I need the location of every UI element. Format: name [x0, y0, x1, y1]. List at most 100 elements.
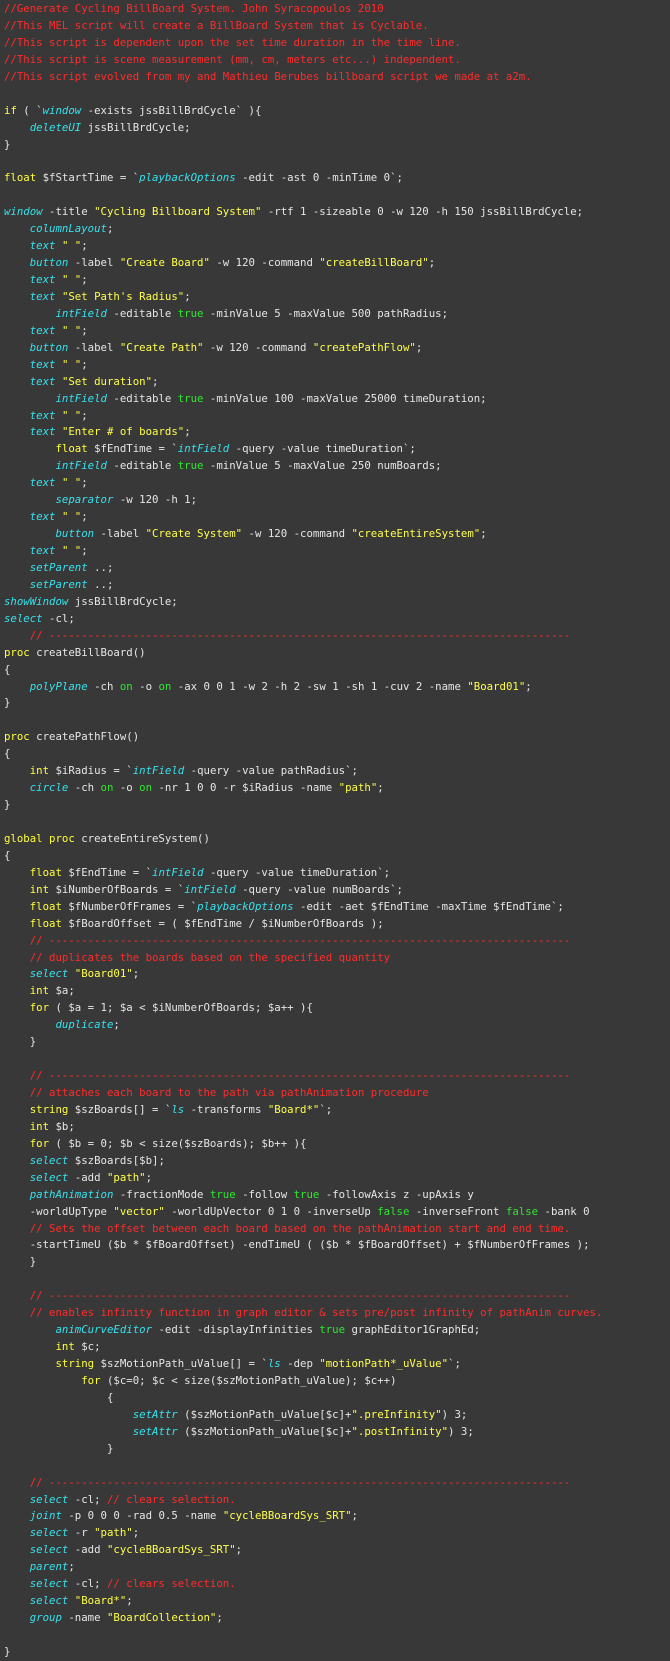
code-token-code-text [4, 222, 30, 235]
code-token-boolean: false [377, 1204, 410, 1218]
code-token-code-text: ( $a = 1; $a < $iNumberOfBoards; $a++ ){ [49, 1001, 313, 1015]
code-token-keyword: string [29, 1102, 69, 1116]
code-line: if ( `window -exists jssBillBrdCycle` ){ [0, 103, 670, 120]
code-line: select -cl; // clears selection. [0, 1492, 670, 1509]
code-token-function: select [29, 1543, 69, 1557]
code-line: polyPlane -ch on -o on -ax 0 0 1 -w 2 -h… [0, 679, 670, 696]
code-token-code-text: -add [68, 1170, 107, 1184]
code-token-code-text [4, 1611, 30, 1624]
code-token-code-text [4, 544, 30, 557]
code-line: for ( $b = 0; $b < size($szBoards); $b++… [0, 1136, 670, 1153]
code-line: //This MEL script will create a BillBoar… [0, 18, 670, 35]
code-token-comment: // clears selection. [106, 1577, 236, 1591]
code-token-boolean: true [177, 391, 204, 405]
code-line: float $fEndTime = `intField -query -valu… [0, 865, 670, 882]
code-token-comment: // -------------------------------------… [29, 1475, 571, 1489]
code-token-string: "Board*" [267, 1102, 320, 1116]
code-token-string: "Set Path's Radius" [61, 289, 185, 303]
code-token-code-text: $szMotionPath_uValue[] = ` [94, 1357, 268, 1370]
code-line: } [0, 1254, 670, 1271]
code-token-code-text: ; [113, 1018, 120, 1032]
code-token-code-text [4, 1374, 81, 1387]
code-line: global proc createEntireSystem() [0, 831, 670, 848]
code-token-code-text: `; [319, 1102, 333, 1116]
code-token-code-text: -ax 0 0 1 -w 2 -h 2 -sw 1 -sh 1 -cuv 2 -… [171, 679, 468, 693]
code-token-code-text: -o [132, 679, 159, 693]
code-token-code-text: ; [81, 357, 88, 371]
code-token-code-text [4, 866, 30, 879]
code-token-string: "Board*" [74, 1594, 127, 1608]
code-token-function: text [29, 273, 56, 286]
code-token-code-text: createBillBoard() [29, 645, 146, 659]
code-token-comment: // duplicates the boards based on the sp… [29, 950, 391, 964]
code-token-code-text: ( ` [16, 103, 43, 117]
code-line: setAttr ($szMotionPath_uValue[$c]+".post… [0, 1424, 670, 1441]
code-token-function: intField [184, 882, 236, 896]
code-line: text " "; [0, 357, 670, 374]
code-token-code-text: -cl; [68, 1577, 107, 1591]
code-line: parent; [0, 1559, 670, 1576]
code-token-code-text: -w 120 -command [242, 527, 352, 541]
code-line: text "Set Path's Radius"; [0, 289, 670, 306]
code-token-code-text: ..; [87, 577, 114, 591]
code-line: text " "; [0, 408, 670, 425]
code-token-string: ".postInfinity" [351, 1424, 449, 1438]
code-token-code-text [4, 493, 55, 506]
code-token-function: intField [152, 865, 204, 879]
code-token-code-text [4, 1560, 30, 1573]
code-token-code-text: ; [184, 425, 191, 439]
code-token-comment: // -------------------------------------… [29, 1289, 571, 1303]
code-token-code-text: -editable [106, 391, 178, 405]
code-token-code-text [4, 1323, 55, 1336]
code-token-code-text [4, 527, 55, 540]
code-token-code-text: -label [68, 256, 120, 270]
code-token-code-text [4, 900, 30, 913]
code-token-code-text: } [4, 1255, 37, 1269]
code-token-code-text: -editable [106, 306, 178, 320]
code-token-code-text: ) 3; [441, 1407, 468, 1421]
code-line: for ( $a = 1; $a < $iNumberOfBoards; $a+… [0, 1000, 670, 1017]
code-token-code-text [4, 680, 30, 693]
code-token-keyword: float [29, 899, 62, 913]
code-token-string: " " [61, 476, 82, 490]
code-token-string: "cycleBBoardSys_SRT" [222, 1509, 352, 1523]
code-token-function: text [29, 239, 56, 253]
code-token-function: select [29, 1153, 69, 1167]
code-token-code-text: -query -value timeDuration`; [203, 865, 391, 879]
code-token-keyword: int [29, 984, 50, 998]
code-token-code-text: -query -value numBoards`; [235, 882, 403, 896]
code-line: } [0, 1441, 670, 1458]
code-token-code-text [4, 1289, 30, 1302]
code-token-code-text: `; [448, 1357, 461, 1370]
code-token-code-text [4, 781, 30, 794]
code-token-code-text: ; [132, 967, 140, 981]
code-token-comment: // clears selection. [106, 1492, 236, 1506]
code-token-code-text: -label [68, 340, 120, 354]
code-token-code-text [4, 358, 30, 371]
code-token-code-text: -w 120 -command [209, 256, 320, 270]
code-token-function: pathAnimation [29, 1187, 114, 1201]
code-token-code-text [4, 1543, 30, 1556]
code-token-code-text: $fStartTime = ` [36, 171, 140, 185]
code-token-string: "path" [338, 781, 378, 795]
code-token-code-text: -transforms [184, 1102, 268, 1116]
code-token-function: text [29, 544, 56, 557]
code-line: pathAnimation -fractionMode true -follow… [0, 1187, 670, 1204]
code-token-code-text [4, 1137, 30, 1150]
code-token-code-text: -nr 1 0 0 -r $iRadius -name [152, 781, 339, 795]
code-token-code-text: ; [216, 1611, 223, 1625]
code-token-boolean: true [209, 1187, 236, 1201]
code-token-code-text: -ch [68, 781, 101, 795]
code-token-code-text: $fEndTime = ` [61, 865, 153, 879]
code-token-code-text: -r [68, 1526, 95, 1540]
code-token-code-text: -name [61, 1611, 107, 1625]
code-token-code-text [4, 1577, 30, 1590]
code-line: // enables infinity function in graph ed… [0, 1305, 670, 1322]
code-token-code-text: -w 120 -h 1; [113, 493, 198, 507]
code-token-comment: //Generate Cycling BillBoard System. Joh… [4, 2, 384, 15]
code-token-code-text: ; [68, 1560, 75, 1574]
code-line: // Sets the offset between each board ba… [0, 1221, 670, 1238]
code-token-code-text [4, 1509, 30, 1522]
